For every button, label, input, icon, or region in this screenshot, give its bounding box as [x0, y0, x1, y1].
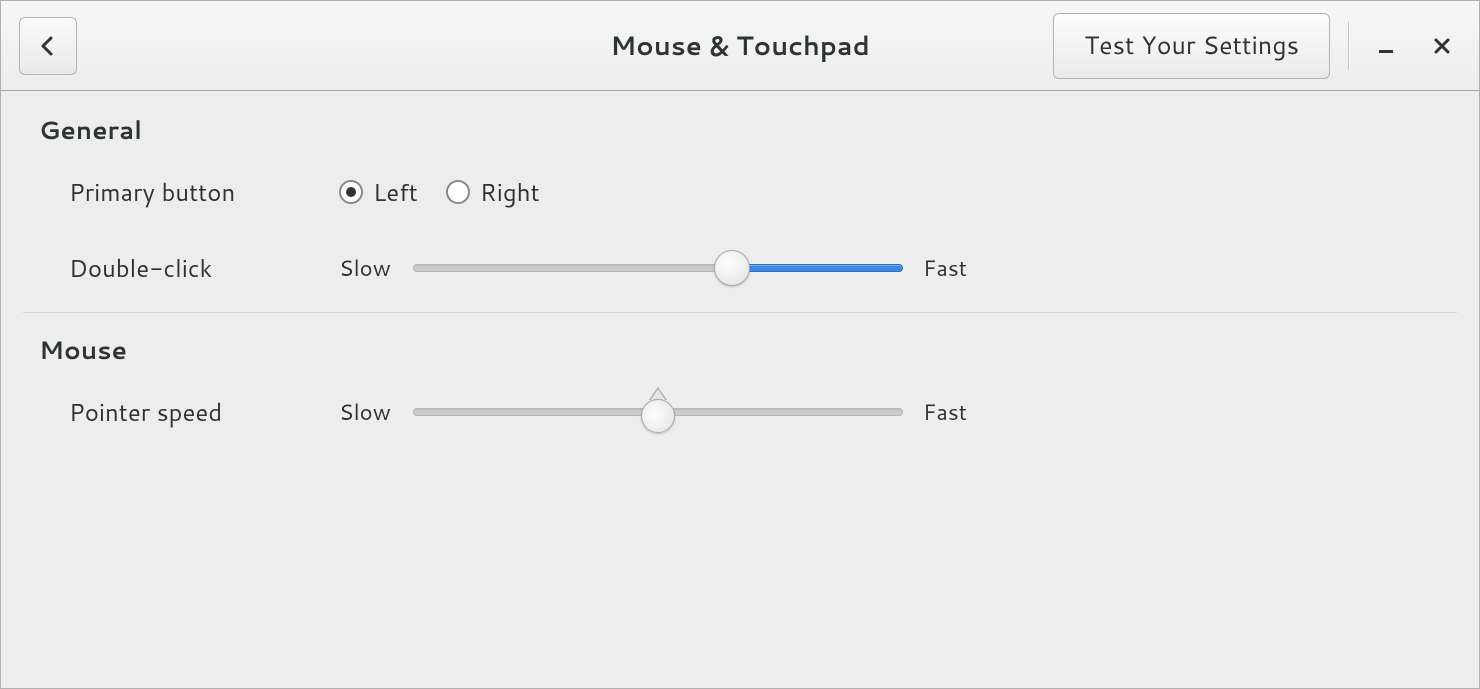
radio-right-circle: [446, 180, 470, 204]
minimize-icon: [1376, 36, 1396, 56]
pointer-speed-label: Pointer speed: [39, 395, 339, 429]
pointer-speed-slider[interactable]: [413, 396, 903, 428]
radio-right[interactable]: Right: [446, 175, 540, 209]
radio-left[interactable]: Left: [339, 175, 418, 209]
close-icon: [1432, 36, 1452, 56]
titlebar: Mouse & Touchpad Test Your Settings: [1, 1, 1479, 91]
radio-left-label: Left: [373, 175, 418, 209]
pointer-speed-slider-row: Slow Fast: [339, 396, 977, 428]
radio-left-dot: [346, 187, 356, 197]
primary-button-radio-group: Left Right: [339, 175, 540, 209]
row-primary-button: Primary button Left Right: [39, 164, 1441, 220]
double-click-slow-label: Slow: [339, 253, 393, 284]
pointer-speed-fast-label: Fast: [923, 397, 977, 428]
section-mouse: Mouse Pointer speed Slow Fast: [19, 333, 1461, 440]
content-area: General Primary button Left Right: [1, 91, 1479, 440]
row-pointer-speed: Pointer speed Slow Fast: [39, 384, 1441, 440]
close-button[interactable]: [1423, 27, 1461, 65]
slider-fill: [732, 264, 904, 272]
double-click-slider[interactable]: [413, 252, 903, 284]
header-divider: [1348, 22, 1349, 70]
window-title: Mouse & Touchpad: [610, 28, 870, 64]
header-right-controls: Test Your Settings: [1053, 13, 1461, 79]
test-settings-label: Test Your Settings: [1084, 28, 1299, 63]
double-click-label: Double-click: [39, 251, 339, 285]
double-click-fast-label: Fast: [923, 253, 977, 284]
back-button[interactable]: [19, 17, 77, 75]
slider-thumb[interactable]: [641, 395, 675, 429]
section-title-mouse: Mouse: [39, 333, 1441, 368]
chevron-left-icon: [36, 34, 60, 58]
radio-right-label: Right: [480, 175, 540, 209]
double-click-slider-row: Slow Fast: [339, 252, 977, 284]
radio-left-circle: [339, 180, 363, 204]
section-title-general: General: [39, 113, 1441, 148]
test-settings-button[interactable]: Test Your Settings: [1053, 13, 1330, 79]
primary-button-label: Primary button: [39, 175, 339, 209]
thumb-body: [641, 399, 675, 433]
minimize-button[interactable]: [1367, 27, 1405, 65]
settings-window: Mouse & Touchpad Test Your Settings Gene…: [0, 0, 1480, 689]
section-general: General Primary button Left Right: [19, 113, 1461, 296]
slider-thumb[interactable]: [714, 250, 750, 286]
row-double-click: Double-click Slow Fast: [39, 240, 1441, 296]
section-divider: [23, 312, 1457, 313]
pointer-speed-slow-label: Slow: [339, 397, 393, 428]
